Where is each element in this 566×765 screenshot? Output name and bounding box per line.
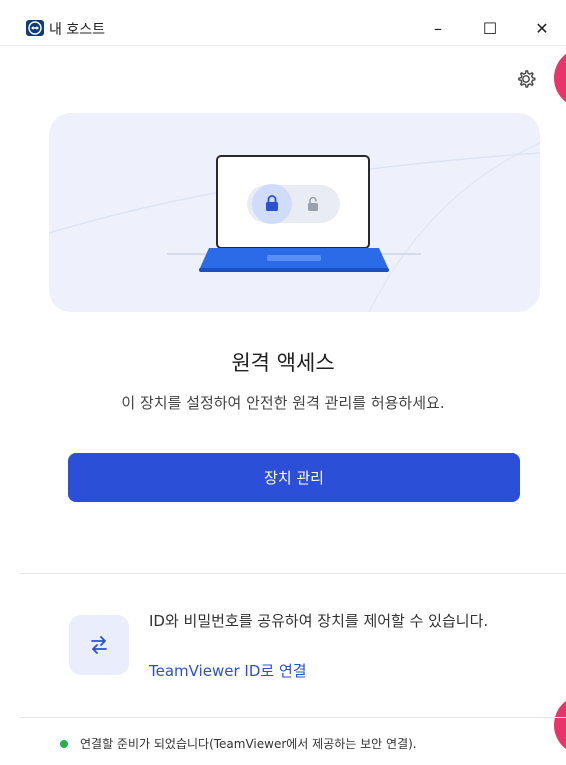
- status-indicator: [60, 740, 68, 748]
- id-share-description: ID와 비밀번호를 공유하여 장치를 제어할 수 있습니다.: [149, 612, 489, 630]
- side-tab-top[interactable]: [554, 48, 566, 108]
- window-title: 내 호스트: [49, 22, 105, 38]
- maximize-button[interactable]: ☐: [470, 14, 510, 42]
- title-bar: 내 호스트 – ☐ ✕: [0, 0, 566, 46]
- page-description: 이 장치를 설정하여 안전한 원격 관리를 허용하세요.: [121, 394, 445, 412]
- gear-icon[interactable]: [514, 67, 538, 91]
- footer-divider: [20, 717, 566, 718]
- connect-teamviewer-id-link[interactable]: TeamViewer ID로 연결: [149, 660, 307, 681]
- remote-access-illustration: [49, 113, 540, 312]
- swap-arrows-icon[interactable]: [69, 615, 129, 675]
- teamviewer-logo-icon: [26, 20, 44, 36]
- close-button[interactable]: ✕: [522, 14, 562, 42]
- page-title: 원격 액세스: [231, 351, 335, 375]
- minimize-button[interactable]: –: [418, 14, 458, 42]
- status-text: 연결할 준비가 되었습니다(TeamViewer에서 제공하는 보안 연결).: [80, 737, 417, 751]
- section-divider: [20, 573, 566, 574]
- manage-device-button[interactable]: 장치 관리: [68, 453, 520, 502]
- side-tab-bottom[interactable]: [554, 695, 566, 755]
